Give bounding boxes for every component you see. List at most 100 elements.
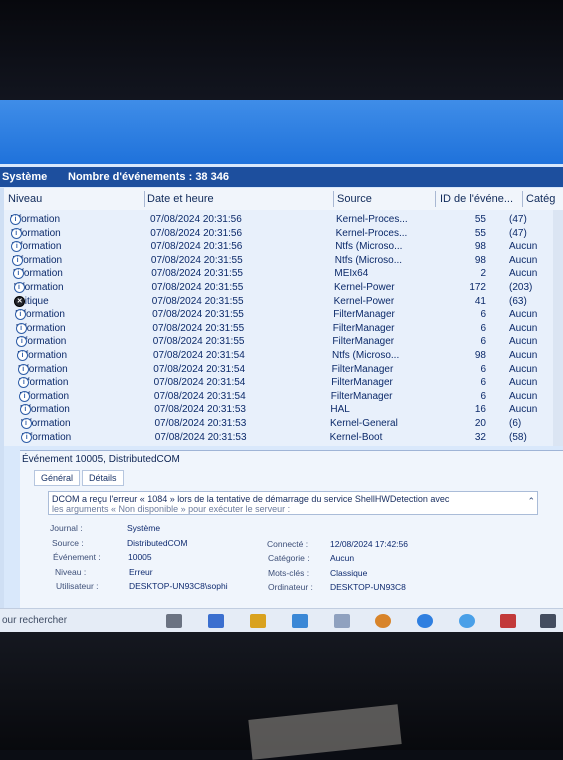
event-id: 16 xyxy=(474,404,486,416)
event-category: Aucun xyxy=(509,390,538,402)
left-panel-edge xyxy=(0,188,4,608)
event-row[interactable]: i Information 07/08/2024 20:31:54 FilterMan… xyxy=(0,390,563,405)
column-source[interactable]: Source xyxy=(337,193,372,205)
column-separator[interactable] xyxy=(144,191,145,207)
column-niveau[interactable]: Niveau xyxy=(8,193,42,205)
event-date: 07/08/2024 20:31:55 xyxy=(151,268,243,280)
event-level: i Information xyxy=(17,350,67,361)
event-count: Nombre d'événements : 38 346 xyxy=(68,171,229,183)
computer-value: DESKTOP-UN93C8 xyxy=(330,582,406,592)
browser-icon[interactable] xyxy=(375,614,391,628)
event-date: 07/08/2024 20:31:54 xyxy=(153,390,246,402)
event-id: 55 xyxy=(474,227,486,239)
event-message-box[interactable]: DCOM a reçu l'erreur « 1084 » lors de la… xyxy=(48,491,538,515)
event-row[interactable]: i Information 07/08/2024 20:31:55 FilterMan… xyxy=(0,336,563,350)
event-level: i Information xyxy=(10,227,61,239)
chevron-scroll-icon[interactable]: ⌃ xyxy=(527,496,535,507)
event-row[interactable]: i Information 07/08/2024 20:31:55 MEIx64 2 Au… xyxy=(0,268,563,282)
event-id-value: 10005 xyxy=(128,552,152,562)
info-icon: i xyxy=(21,431,33,443)
event-source: FilterManager xyxy=(333,309,395,321)
file-explorer-icon[interactable] xyxy=(250,614,266,628)
event-id: 20 xyxy=(474,418,486,429)
info-icon: i xyxy=(15,322,27,334)
event-category: Aucun xyxy=(509,404,538,416)
journal-value: Système xyxy=(127,523,161,533)
event-row[interactable]: i Information 07/08/2024 20:31:56 Kernel-Pr… xyxy=(0,214,563,228)
terminal-icon[interactable] xyxy=(540,614,556,628)
event-row[interactable]: i Information 07/08/2024 20:31:54 FilterMan… xyxy=(0,377,563,391)
event-id: 41 xyxy=(474,295,486,307)
event-date: 07/08/2024 20:31:55 xyxy=(152,322,245,334)
connected-label: Connecté : xyxy=(267,539,309,549)
event-row[interactable]: i Information 07/08/2024 20:31:53 HAL 16 Aucu… xyxy=(0,404,563,418)
keywords-label: Mots-clés : xyxy=(268,568,310,578)
event-category: (47) xyxy=(509,227,527,239)
event-date: 07/08/2024 20:31:55 xyxy=(151,282,244,293)
event-level: i Information xyxy=(14,309,65,321)
event-id: 98 xyxy=(474,254,486,266)
taskbar-search[interactable]: our rechercher xyxy=(2,615,67,626)
event-row[interactable]: i Information 07/08/2024 20:31:53 Kernel-Ge… xyxy=(0,418,563,432)
event-id-label: Événement : xyxy=(53,552,101,562)
event-row[interactable]: i Information 07/08/2024 20:31:56 Kernel-Pr… xyxy=(0,227,563,242)
store-icon[interactable] xyxy=(459,614,475,628)
column-event-id[interactable]: ID de l'événe... xyxy=(440,193,513,205)
event-date: 07/08/2024 20:31:54 xyxy=(153,350,245,361)
mail-icon[interactable] xyxy=(292,614,308,628)
event-source: Kernel-Boot xyxy=(329,431,383,443)
event-viewer-icon[interactable] xyxy=(500,614,516,628)
desktop-icon[interactable] xyxy=(208,614,224,628)
event-source: Kernel-Power xyxy=(333,295,395,307)
niveau-label: Niveau : xyxy=(55,567,87,577)
column-separator[interactable] xyxy=(333,191,334,207)
keywords-value: Classique xyxy=(330,568,368,578)
taskbar: our rechercher xyxy=(0,608,563,632)
column-separator[interactable] xyxy=(435,191,436,207)
event-row[interactable]: i Information 07/08/2024 20:31:55 Kernel-Po… xyxy=(0,282,563,296)
event-level: i Information xyxy=(10,214,60,225)
event-row[interactable]: i Information 07/08/2024 20:31:54 Ntfs (Mic… xyxy=(0,350,563,364)
task-view-icon[interactable] xyxy=(166,614,182,628)
edge-icon[interactable] xyxy=(417,614,433,628)
column-category[interactable]: Catég xyxy=(526,193,555,205)
event-row[interactable]: i Information 07/08/2024 20:31:54 FilterMan… xyxy=(0,363,563,378)
event-row[interactable]: i Information 07/08/2024 20:31:55 Ntfs (Mic… xyxy=(0,254,563,269)
event-row[interactable]: i Information 07/08/2024 20:31:55 FilterMan… xyxy=(0,322,563,337)
event-row[interactable]: i Information 07/08/2024 20:31:56 Ntfs (Mic… xyxy=(0,241,563,255)
event-level: i Information xyxy=(12,254,62,266)
info-icon: i xyxy=(12,254,24,266)
message-line-2: les arguments « Non disponible » pour ex… xyxy=(52,504,291,514)
column-separator[interactable] xyxy=(522,191,523,207)
event-list: i Information 07/08/2024 20:31:56 Kernel-Pr… xyxy=(0,210,563,446)
event-row[interactable]: i Information 07/08/2024 20:31:53 Kernel-Bo… xyxy=(0,431,563,446)
event-source: Ntfs (Microso... xyxy=(335,241,403,253)
event-level: ✕ Critique xyxy=(14,295,49,307)
event-level: i Information xyxy=(17,363,68,375)
tab-details[interactable]: Détails xyxy=(82,470,124,486)
event-row[interactable]: i Information 07/08/2024 20:31:55 FilterMan… xyxy=(0,309,563,323)
event-date: 07/08/2024 20:31:56 xyxy=(150,227,243,239)
event-category: Aucun xyxy=(509,350,538,361)
event-source: Kernel-Proces... xyxy=(335,227,408,239)
critical-icon: ✕ xyxy=(14,295,26,307)
message-line-1: DCOM a reçu l'erreur « 1084 » lors de la… xyxy=(52,494,450,504)
info-icon: i xyxy=(10,227,22,239)
event-id: 98 xyxy=(474,350,486,361)
user-label: Utilisateur : xyxy=(56,581,99,591)
column-date[interactable]: Date et heure xyxy=(147,193,214,205)
event-row[interactable]: ✕ Critique 07/08/2024 20:31:55 Kernel-Power… xyxy=(0,295,563,310)
event-level: i Information xyxy=(16,336,66,348)
event-id: 6 xyxy=(480,390,486,402)
connected-value: 12/08/2024 17:42:56 xyxy=(330,539,408,549)
category-value: Aucun xyxy=(330,553,355,563)
tab-general[interactable]: Général xyxy=(34,470,81,486)
event-date: 07/08/2024 20:31:55 xyxy=(150,254,243,266)
event-detail-panel: Événement 10005, DistributedCOM Général … xyxy=(20,450,563,619)
app-icon[interactable] xyxy=(334,614,350,628)
event-level: i Information xyxy=(19,390,69,402)
info-icon: i xyxy=(13,282,25,293)
event-id: 2 xyxy=(480,268,486,280)
event-list-scrollbar[interactable] xyxy=(553,210,563,446)
window-glare xyxy=(0,100,563,164)
